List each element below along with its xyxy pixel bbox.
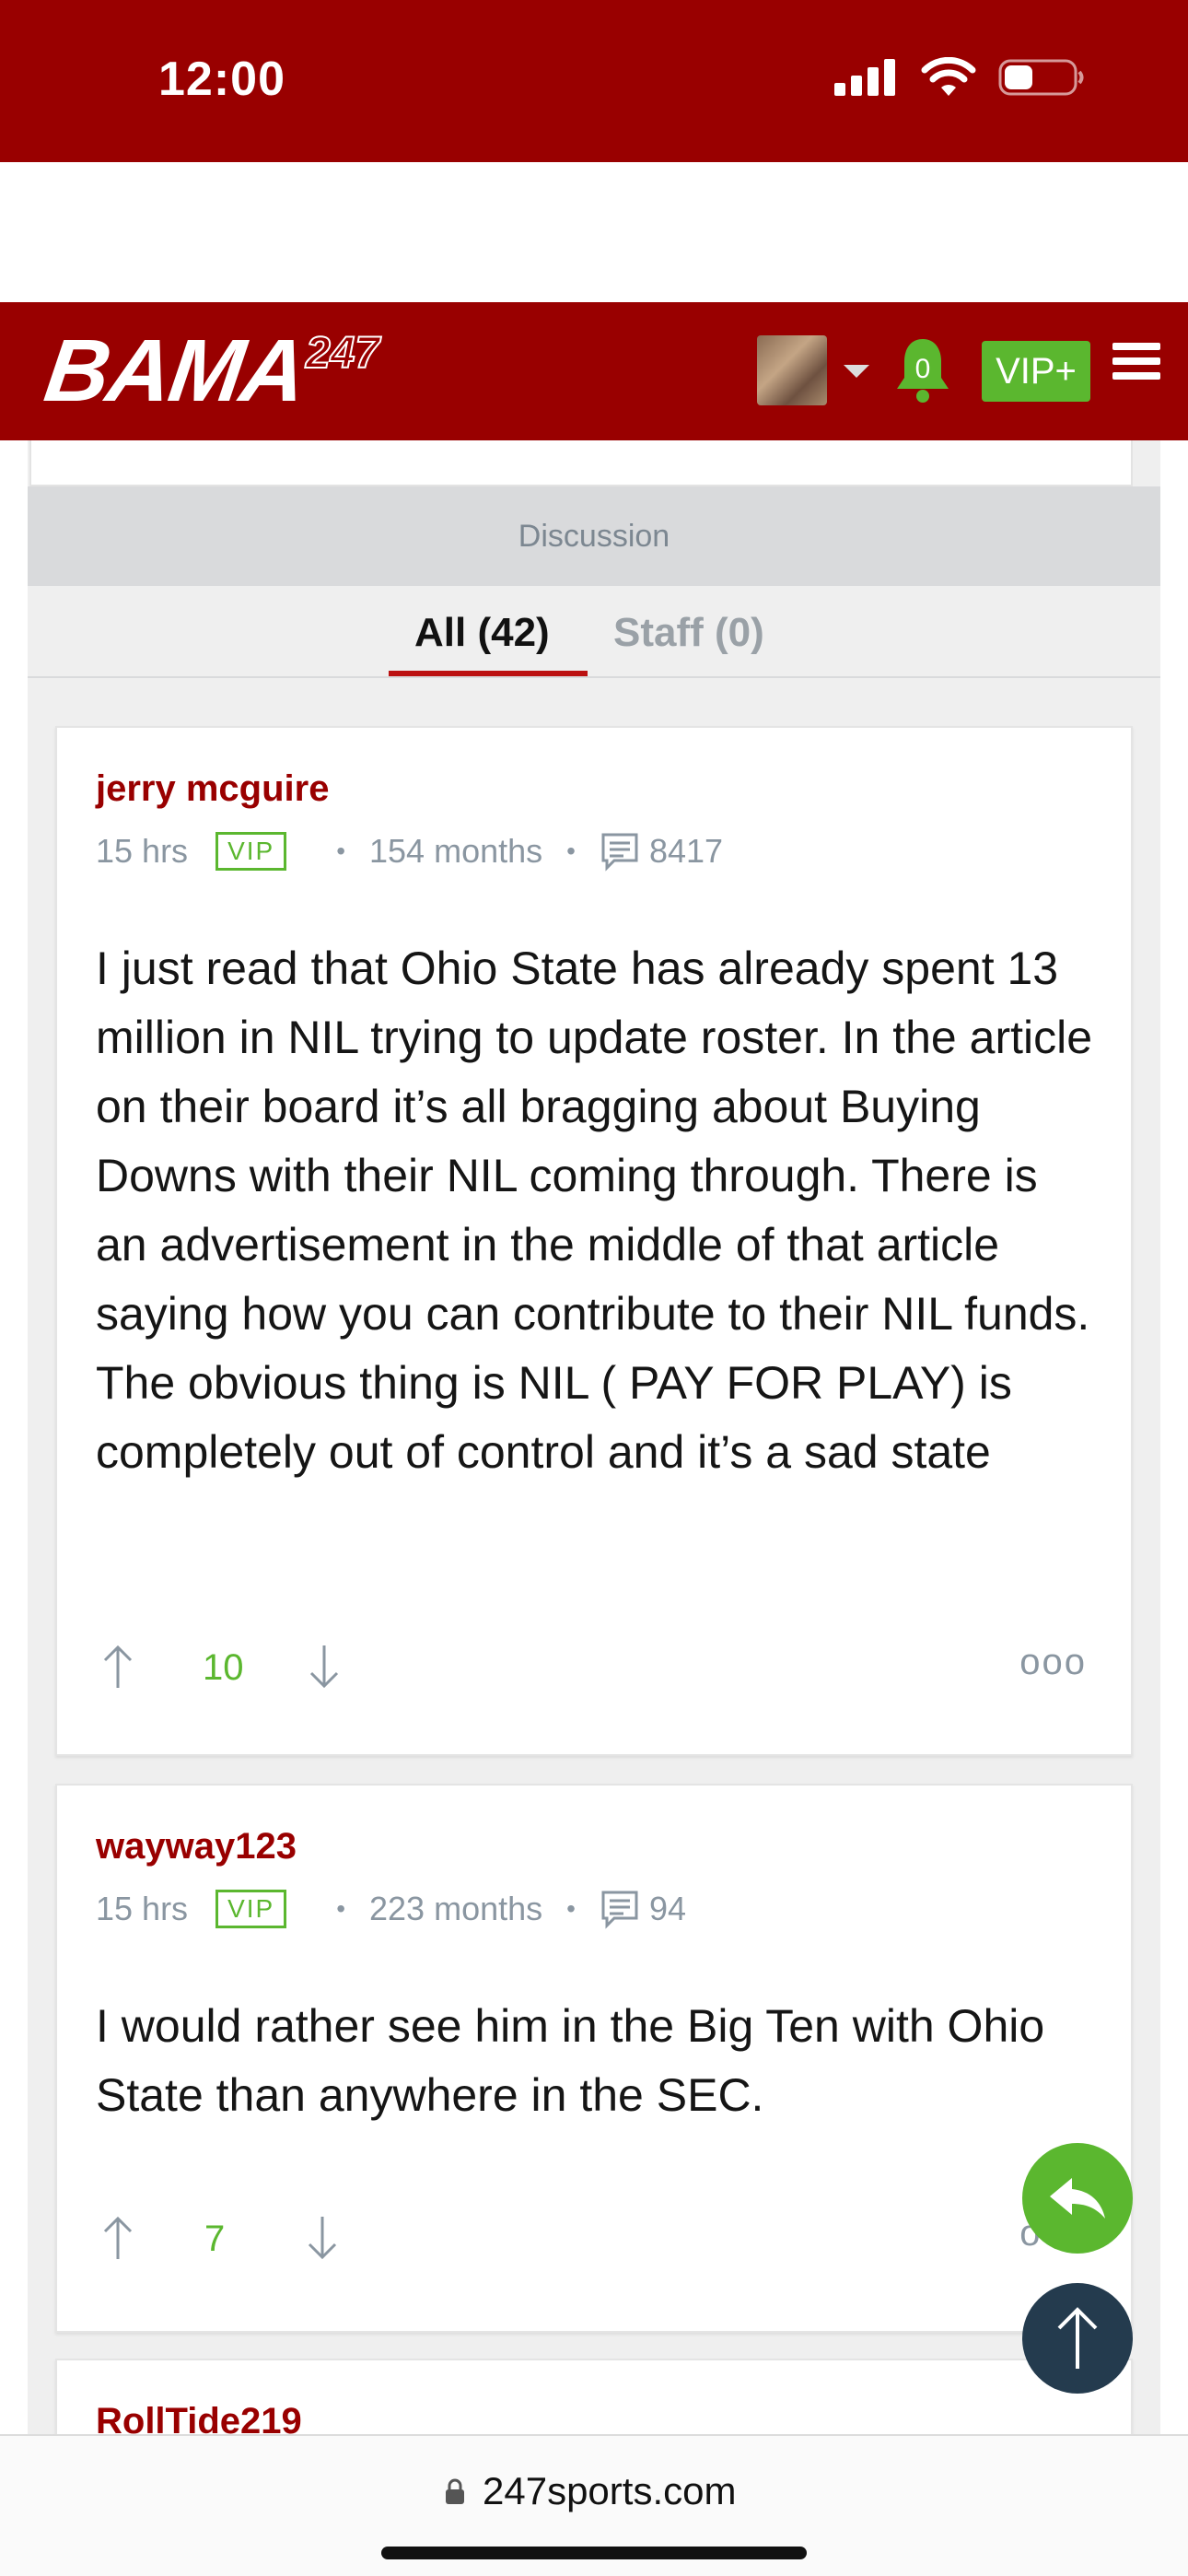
separator-dot: • xyxy=(336,837,346,865)
separator-dot: • xyxy=(566,1894,576,1923)
logo-text: BAMA xyxy=(39,322,311,420)
notification-count: 0 xyxy=(915,354,931,384)
comment-body: I just read that Ohio State has already … xyxy=(96,943,1093,1478)
discussion-tabs: All (42) Staff (0) xyxy=(28,586,1160,678)
post-count: 8417 xyxy=(648,832,724,870)
separator-dot: • xyxy=(336,1894,346,1923)
comment-body: I would rather see him in the Big Ten wi… xyxy=(96,2000,1045,2121)
more-options-button[interactable]: ooo xyxy=(1019,1642,1087,1683)
wifi-icon xyxy=(921,57,976,96)
comment-time: 15 hrs xyxy=(96,1890,189,1927)
comment-meta: 15 hrs VIP • 223 months • 94 xyxy=(96,1889,686,1929)
comment-card: RollTide219 xyxy=(55,2359,1133,2434)
site-logo[interactable]: BAMA 247 xyxy=(40,322,380,420)
upvote-arrow-icon[interactable] xyxy=(99,1644,136,1690)
lock-icon xyxy=(446,2478,464,2504)
chevron-down-icon[interactable] xyxy=(844,365,869,378)
user-avatar[interactable] xyxy=(757,335,827,405)
vip-badge: VIP xyxy=(215,832,287,871)
member-tenure: 154 months xyxy=(369,832,543,870)
article-card-end xyxy=(29,440,1133,486)
cellular-signal-icon xyxy=(834,59,895,96)
downvote-arrow-icon[interactable] xyxy=(306,1644,343,1690)
comment-time: 15 hrs xyxy=(96,832,189,870)
status-time: 12:00 xyxy=(158,53,285,106)
browser-url-bar[interactable]: 247sports.com xyxy=(0,2434,1188,2576)
comment-count-icon xyxy=(601,1891,638,1929)
vote-count: 7 xyxy=(204,2219,226,2259)
reply-button[interactable] xyxy=(1022,2143,1133,2254)
discussion-header: Discussion xyxy=(28,486,1160,586)
comment-meta: 15 hrs VIP • 154 months • 8417 xyxy=(96,831,723,872)
browser-toolbar-gap xyxy=(0,162,1188,302)
downvote-arrow-icon[interactable] xyxy=(304,2215,341,2261)
battery-icon xyxy=(998,59,1084,96)
separator-dot: • xyxy=(566,837,576,865)
comment-card: wayway123 15 hrs VIP • 223 months • 94 I… xyxy=(55,1784,1133,2333)
site-header: BAMA 247 0 VIP+ xyxy=(0,302,1188,440)
tab-staff[interactable]: Staff (0) xyxy=(613,610,764,656)
tab-all[interactable]: All (42) xyxy=(414,610,550,656)
scroll-to-top-button[interactable] xyxy=(1022,2283,1133,2394)
url-display[interactable]: 247sports.com xyxy=(444,2469,736,2513)
comment-username[interactable]: wayway123 xyxy=(96,1826,297,1868)
comment-count-icon xyxy=(601,833,638,872)
page-content: Discussion All (42) Staff (0) jerry mcgu… xyxy=(0,440,1188,2434)
vip-badge: VIP xyxy=(215,1890,287,1928)
status-bar: 12:00 xyxy=(0,0,1188,162)
logo-superscript: 247 xyxy=(305,329,380,378)
member-tenure: 223 months xyxy=(369,1890,543,1927)
vip-plus-button[interactable]: VIP+ xyxy=(982,341,1090,402)
status-icons xyxy=(834,57,1085,98)
home-indicator xyxy=(381,2547,807,2559)
reply-arrow-icon xyxy=(1050,2178,1105,2219)
comment-username[interactable]: jerry mcguire xyxy=(96,768,329,810)
discussion-container: Discussion All (42) Staff (0) jerry mcgu… xyxy=(28,440,1160,2434)
vote-count: 10 xyxy=(203,1647,244,1688)
hamburger-menu-icon[interactable] xyxy=(1112,343,1160,391)
comment-card: jerry mcguire 15 hrs VIP • 154 months • … xyxy=(55,726,1133,1756)
notification-bell-icon[interactable]: 0 xyxy=(893,335,952,405)
url-text: 247sports.com xyxy=(483,2469,737,2512)
arrow-up-icon xyxy=(1057,2307,1098,2369)
comment-username[interactable]: RollTide219 xyxy=(96,2401,302,2434)
active-tab-indicator xyxy=(389,671,588,676)
upvote-arrow-icon[interactable] xyxy=(99,2215,136,2261)
post-count: 94 xyxy=(648,1890,686,1927)
